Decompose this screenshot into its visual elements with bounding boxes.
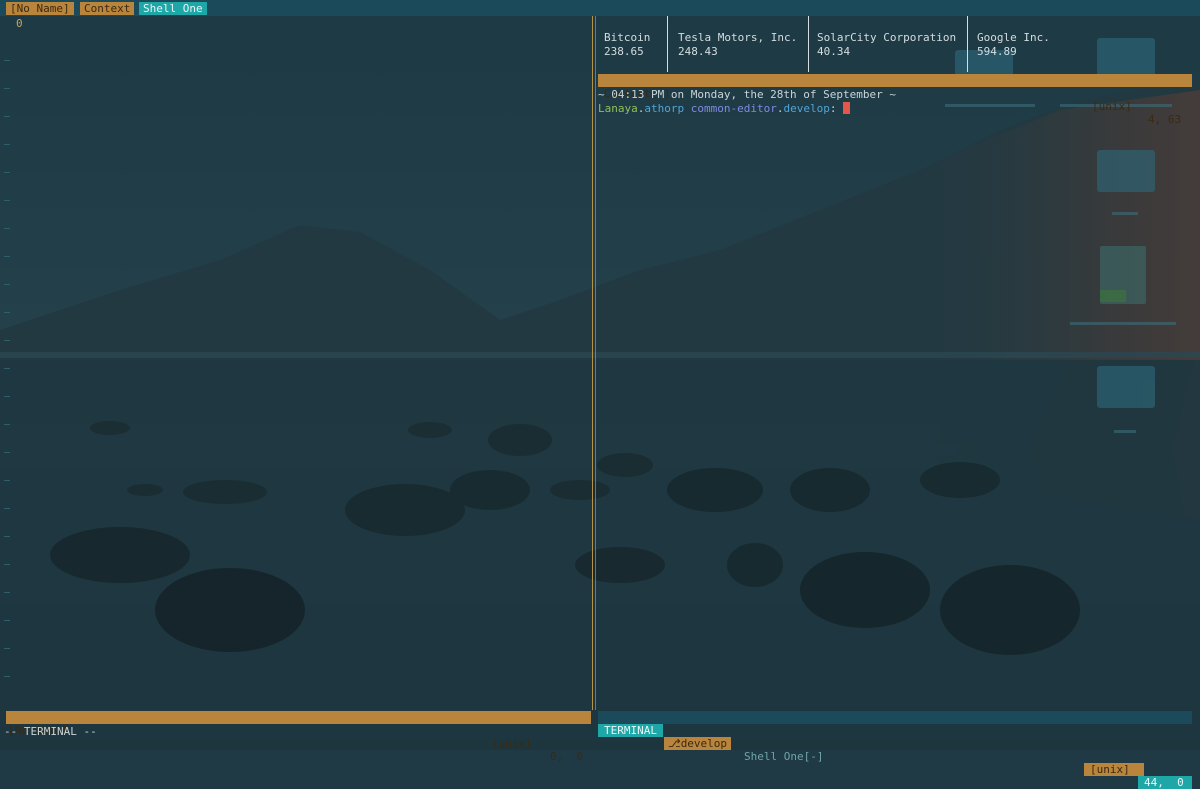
prompt-separator bbox=[684, 102, 691, 115]
tabline: [No Name] Context Shell One bbox=[0, 0, 1200, 16]
column-separator bbox=[667, 16, 668, 72]
ticker-price-bitcoin: 238.65 bbox=[604, 45, 644, 58]
terminal-mode-indicator: TERMINAL bbox=[598, 724, 663, 737]
prompt-directory: common-editor bbox=[690, 102, 777, 115]
ticker-name-solarcity: SolarCity Corporation bbox=[817, 31, 957, 44]
prompt-branch: develop bbox=[783, 102, 830, 115]
right-file-format: [unix] bbox=[1084, 763, 1144, 776]
ticker-price-solarcity: 40.34 bbox=[817, 45, 851, 58]
context-status-line[interactable]: Context[-] [unix] 4, 63 bbox=[598, 74, 1192, 126]
stock-ticker-table: Bitcoin 238.65 Tesla Motors, Inc. 248.43… bbox=[598, 16, 1192, 72]
terminal-cursor bbox=[843, 102, 851, 114]
prompt-suffix: : bbox=[829, 102, 844, 115]
ticker-price-tesla: 248.43 bbox=[678, 45, 718, 58]
terminal-clock-line: ~ 04:13 PM on Monday, the 28th of Septem… bbox=[598, 88, 897, 101]
empty-line-markers bbox=[0, 30, 16, 710]
ticker-name-google: Google Inc. bbox=[977, 31, 1050, 44]
git-branch-segment: ⎇develop bbox=[664, 737, 732, 750]
tab-context[interactable]: Context bbox=[80, 2, 135, 15]
terminal-prompt[interactable]: Lanaya.athorp common-editor.develop: bbox=[598, 102, 851, 115]
ticker-name-bitcoin: Bitcoin bbox=[604, 31, 651, 44]
context-file-format: [unix] bbox=[1092, 100, 1132, 113]
ticker-name-tesla: Tesla Motors, Inc. bbox=[678, 31, 798, 44]
prompt-user: Lanaya bbox=[598, 102, 638, 115]
tab-shell-one[interactable]: Shell One bbox=[139, 2, 207, 15]
window-split-divider[interactable] bbox=[592, 16, 593, 710]
left-cursor-position: 0, 0 bbox=[550, 750, 584, 763]
git-branch-icon: ⎇ bbox=[668, 737, 681, 750]
left-status-line[interactable]: [No Name] [unix] 0, 0 bbox=[6, 711, 591, 763]
prompt-host: athorp bbox=[644, 102, 685, 115]
command-line-mode: -- TERMINAL -- bbox=[4, 725, 97, 738]
line-number: 0 bbox=[16, 17, 23, 30]
ticker-price-google: 594.89 bbox=[977, 45, 1017, 58]
right-status-line[interactable]: TERMINAL ⎇develop Shell One[-] [unix] 44… bbox=[598, 711, 1192, 789]
git-branch-name: develop bbox=[680, 737, 728, 750]
left-file-format: [unix] bbox=[492, 737, 532, 750]
right-cursor-position: 44, 0 bbox=[1138, 776, 1192, 789]
tab-no-name[interactable]: [No Name] bbox=[6, 2, 74, 15]
window-split-line bbox=[595, 16, 596, 710]
context-cursor-position: 4, 63 bbox=[1148, 113, 1182, 126]
column-separator bbox=[967, 16, 968, 72]
column-separator bbox=[808, 16, 809, 72]
right-buffer-name: Shell One[-] bbox=[744, 750, 824, 763]
